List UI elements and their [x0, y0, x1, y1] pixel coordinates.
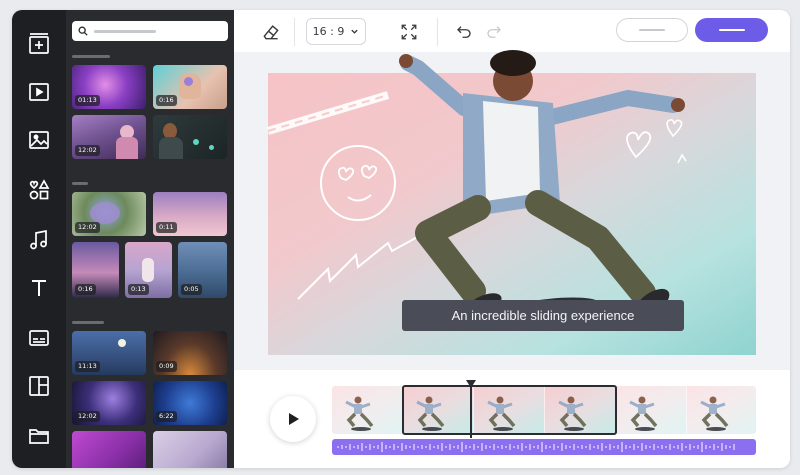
play-button[interactable] — [270, 396, 316, 442]
media-section-header — [72, 182, 88, 185]
timeline-panel — [234, 370, 790, 468]
media-thumbnail[interactable]: 0:11 — [153, 192, 227, 236]
image-tab[interactable] — [23, 124, 55, 156]
media-thumbnail[interactable] — [153, 431, 227, 468]
play-icon — [289, 413, 299, 425]
shapes-icon — [29, 179, 50, 200]
media-thumbnail[interactable]: 0:16 — [72, 242, 119, 298]
layout-icon — [29, 376, 49, 396]
media-thumbnail[interactable]: 12:02 — [72, 115, 146, 159]
add-frame-icon — [29, 33, 49, 54]
video-canvas[interactable]: An incredible sliding experience — [266, 50, 756, 355]
media-thumbnail[interactable]: 0:16 — [153, 65, 227, 109]
media-thumbnail[interactable]: 11:13 — [72, 331, 146, 375]
media-panel: 01:13 0:16 12:02 12:02 0:11 0:16 0:13 0:… — [66, 10, 234, 468]
subtitles-tab[interactable] — [23, 322, 55, 354]
media-thumbnail[interactable]: 0:13 — [125, 242, 172, 298]
duration-badge: 6:22 — [156, 411, 177, 422]
search-placeholder-bar — [94, 29, 156, 33]
audio-waveform — [337, 441, 735, 453]
media-search-input[interactable] — [72, 21, 228, 41]
folder-icon — [29, 429, 49, 444]
media-thumbnail[interactable]: 12:02 — [72, 381, 146, 425]
duration-badge: 0:11 — [156, 222, 177, 233]
video-tab[interactable] — [23, 76, 55, 108]
folder-tab[interactable] — [23, 420, 55, 452]
search-icon — [78, 26, 88, 36]
music-icon — [30, 229, 47, 250]
media-thumbnail[interactable]: 0:09 — [153, 331, 227, 375]
playhead-handle[interactable] — [466, 380, 476, 388]
elements-tab[interactable] — [23, 174, 55, 206]
duration-badge: 0:05 — [181, 284, 202, 295]
playhead[interactable] — [470, 384, 472, 438]
media-thumbnail[interactable] — [72, 431, 146, 468]
media-thumbnail[interactable]: 01:13 — [72, 65, 146, 109]
video-editor-window: 01:13 0:16 12:02 12:02 0:11 0:16 0:13 0:… — [12, 10, 790, 468]
duration-badge: 0:13 — [128, 284, 149, 295]
media-section-header — [72, 321, 104, 324]
media-thumbnail[interactable]: 0:05 — [178, 242, 227, 298]
audio-track[interactable] — [332, 439, 756, 455]
duration-badge: 0:09 — [156, 361, 177, 372]
subtitles-icon — [29, 330, 49, 346]
image-icon — [29, 131, 49, 149]
layout-tab[interactable] — [23, 370, 55, 402]
media-thumbnail[interactable] — [153, 115, 227, 159]
text-icon — [32, 280, 46, 296]
video-icon — [29, 83, 49, 101]
duration-badge: 12:02 — [75, 145, 100, 156]
media-section-header — [72, 55, 110, 58]
media-thumbnail[interactable]: 12:02 — [72, 192, 146, 236]
duration-badge: 01:13 — [75, 95, 100, 106]
tool-rail — [12, 10, 66, 468]
clip-selection[interactable] — [402, 385, 617, 435]
duration-badge: 12:02 — [75, 411, 100, 422]
duration-badge: 0:16 — [75, 284, 96, 295]
text-tab[interactable] — [23, 272, 55, 304]
duration-badge: 0:16 — [156, 95, 177, 106]
canvas-workspace: 16 : 9 An incredible sliding experience — [234, 10, 790, 370]
music-tab[interactable] — [23, 224, 55, 256]
media-thumbnail[interactable]: 6:22 — [153, 381, 227, 425]
add-frame-button[interactable] — [23, 28, 55, 60]
duration-badge: 12:02 — [75, 222, 100, 233]
subtitle-overlay[interactable]: An incredible sliding experience — [402, 300, 684, 331]
duration-badge: 11:13 — [75, 361, 100, 372]
